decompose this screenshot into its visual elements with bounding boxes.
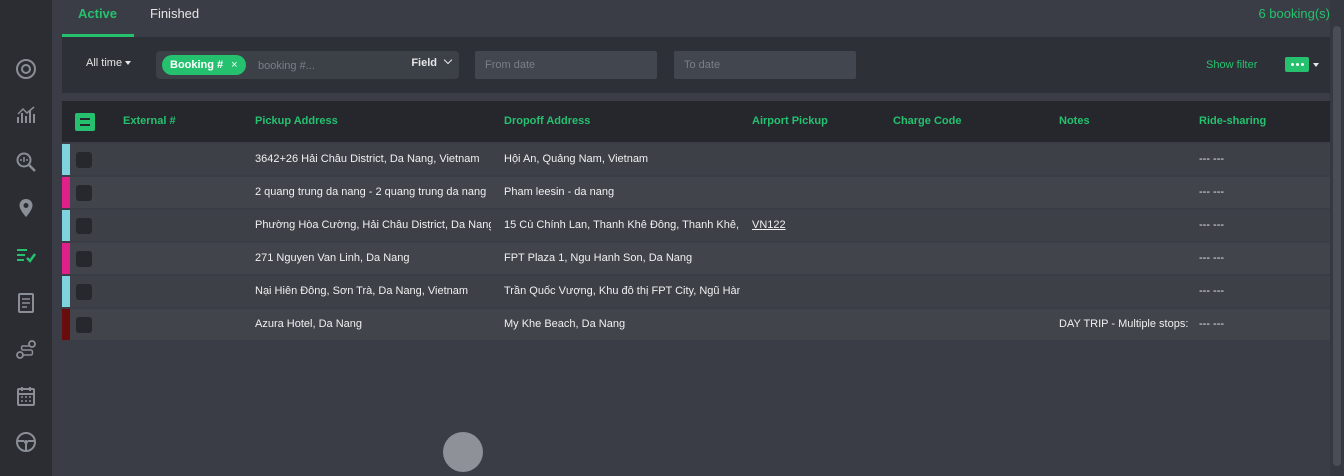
- table-row[interactable]: Azura Hotel, Da Nang My Khe Beach, Da Na…: [62, 309, 1330, 340]
- ride-sharing-cell: --- ---: [1199, 186, 1225, 198]
- airport-pickup-link[interactable]: VN122: [752, 219, 872, 231]
- time-range-dropdown[interactable]: All time: [86, 57, 132, 69]
- sidebar: [0, 0, 52, 476]
- table-row[interactable]: 2 quang trung da nang - 2 quang trung da…: [62, 177, 1330, 208]
- row-checkbox[interactable]: [76, 185, 92, 201]
- table-header: External # Pickup Address Dropoff Addres…: [62, 101, 1330, 142]
- ride-sharing-cell: --- ---: [1199, 285, 1225, 297]
- column-pickup[interactable]: Pickup Address: [255, 115, 338, 127]
- filter-bar: All time Booking # × Field Show filter: [62, 37, 1330, 93]
- row-checkbox[interactable]: [76, 152, 92, 168]
- tab-active[interactable]: Active: [78, 6, 117, 21]
- ride-sharing-cell: --- ---: [1199, 318, 1225, 330]
- field-select-label: Field: [411, 57, 437, 69]
- close-icon[interactable]: ×: [231, 59, 237, 71]
- column-notes[interactable]: Notes: [1059, 115, 1090, 127]
- row-checkbox[interactable]: [76, 284, 92, 300]
- routes-icon[interactable]: [13, 337, 39, 363]
- tab-bar: Active Finished 6 booking(s): [52, 0, 1330, 37]
- show-filter-link[interactable]: Show filter: [1206, 59, 1257, 71]
- to-date-input[interactable]: [674, 51, 856, 79]
- more-options-button[interactable]: [1285, 57, 1309, 72]
- field-select[interactable]: Field: [411, 55, 453, 69]
- table-row[interactable]: 3642+26 Hải Châu District, Da Nang, Viet…: [62, 144, 1330, 175]
- booking-search-input[interactable]: [256, 55, 400, 77]
- dropoff-cell: Trần Quốc Vượng, Khu đô thị FPT City, Ng…: [504, 285, 740, 297]
- pickup-cell: Azura Hotel, Da Nang: [255, 318, 362, 330]
- column-ride-sharing[interactable]: Ride-sharing: [1199, 115, 1266, 127]
- toggle-columns-icon[interactable]: [75, 113, 95, 131]
- column-airport[interactable]: Airport Pickup: [752, 115, 828, 127]
- booking-count: 6 booking(s): [1258, 6, 1330, 21]
- status-stripe: [62, 177, 70, 208]
- scrollbar-thumb[interactable]: [1333, 26, 1341, 466]
- location-icon[interactable]: [13, 195, 39, 221]
- dashboard-icon[interactable]: [13, 56, 39, 82]
- ride-sharing-cell: --- ---: [1199, 153, 1225, 165]
- filter-chip-booking[interactable]: Booking # ×: [162, 55, 246, 75]
- ride-sharing-cell: --- ---: [1199, 252, 1225, 264]
- pickup-cell: Nại Hiên Đông, Sơn Trà, Da Nang, Vietnam: [255, 285, 469, 297]
- table-row[interactable]: Phường Hòa Cường, Hải Châu District, Da …: [62, 210, 1330, 241]
- pickup-cell: 271 Nguyen Van Linh, Da Nang: [255, 252, 410, 264]
- time-range-label: All time: [86, 57, 123, 69]
- table-row[interactable]: Nại Hiên Đông, Sơn Trà, Da Nang, Vietnam…: [62, 276, 1330, 307]
- table-row[interactable]: 271 Nguyen Van Linh, Da Nang FPT Plaza 1…: [62, 243, 1330, 274]
- status-stripe: [62, 309, 70, 340]
- notes-cell: DAY TRIP - Multiple stops:: [1059, 318, 1189, 330]
- from-date-input[interactable]: [475, 51, 657, 79]
- search-icon[interactable]: [13, 149, 39, 175]
- status-stripe: [62, 144, 70, 175]
- column-charge-code[interactable]: Charge Code: [893, 115, 961, 127]
- row-checkbox[interactable]: [76, 317, 92, 333]
- scrollbar[interactable]: [1330, 0, 1344, 476]
- dropoff-cell: 15 Cù Chính Lan, Thanh Khê Đông, Thanh K…: [504, 219, 740, 231]
- caret-down-icon[interactable]: [1313, 63, 1319, 67]
- table-body: 3642+26 Hải Châu District, Da Nang, Viet…: [62, 144, 1330, 340]
- calendar-icon[interactable]: [13, 383, 39, 409]
- row-checkbox[interactable]: [76, 218, 92, 234]
- search-group: Booking # × Field: [156, 51, 459, 79]
- bookings-table: External # Pickup Address Dropoff Addres…: [62, 101, 1330, 340]
- bookings-icon[interactable]: [13, 242, 39, 268]
- status-stripe: [62, 243, 70, 274]
- dropoff-cell: Hội An, Quảng Nam, Vietnam: [504, 153, 649, 165]
- invoice-icon[interactable]: [13, 290, 39, 316]
- chevron-down-icon: [443, 55, 453, 65]
- dropoff-cell: Pham leesin - da nang: [504, 186, 615, 198]
- ride-sharing-cell: --- ---: [1199, 219, 1225, 231]
- column-dropoff[interactable]: Dropoff Address: [504, 115, 590, 127]
- touch-cursor-indicator: [443, 432, 483, 472]
- chip-label: Booking #: [170, 59, 224, 71]
- status-stripe: [62, 276, 70, 307]
- pickup-cell: 2 quang trung da nang - 2 quang trung da…: [255, 186, 487, 198]
- tab-finished[interactable]: Finished: [150, 6, 199, 21]
- caret-down-icon: [125, 61, 132, 66]
- steering-wheel-icon[interactable]: [13, 429, 39, 455]
- dropoff-cell: My Khe Beach, Da Nang: [504, 318, 626, 330]
- dropoff-cell: FPT Plaza 1, Ngu Hanh Son, Da Nang: [504, 252, 693, 264]
- analytics-icon[interactable]: [13, 102, 39, 128]
- pickup-cell: 3642+26 Hải Châu District, Da Nang, Viet…: [255, 153, 480, 165]
- pickup-cell: Phường Hòa Cường, Hải Châu District, Da …: [255, 219, 491, 231]
- row-checkbox[interactable]: [76, 251, 92, 267]
- column-external[interactable]: External #: [123, 115, 176, 127]
- status-stripe: [62, 210, 70, 241]
